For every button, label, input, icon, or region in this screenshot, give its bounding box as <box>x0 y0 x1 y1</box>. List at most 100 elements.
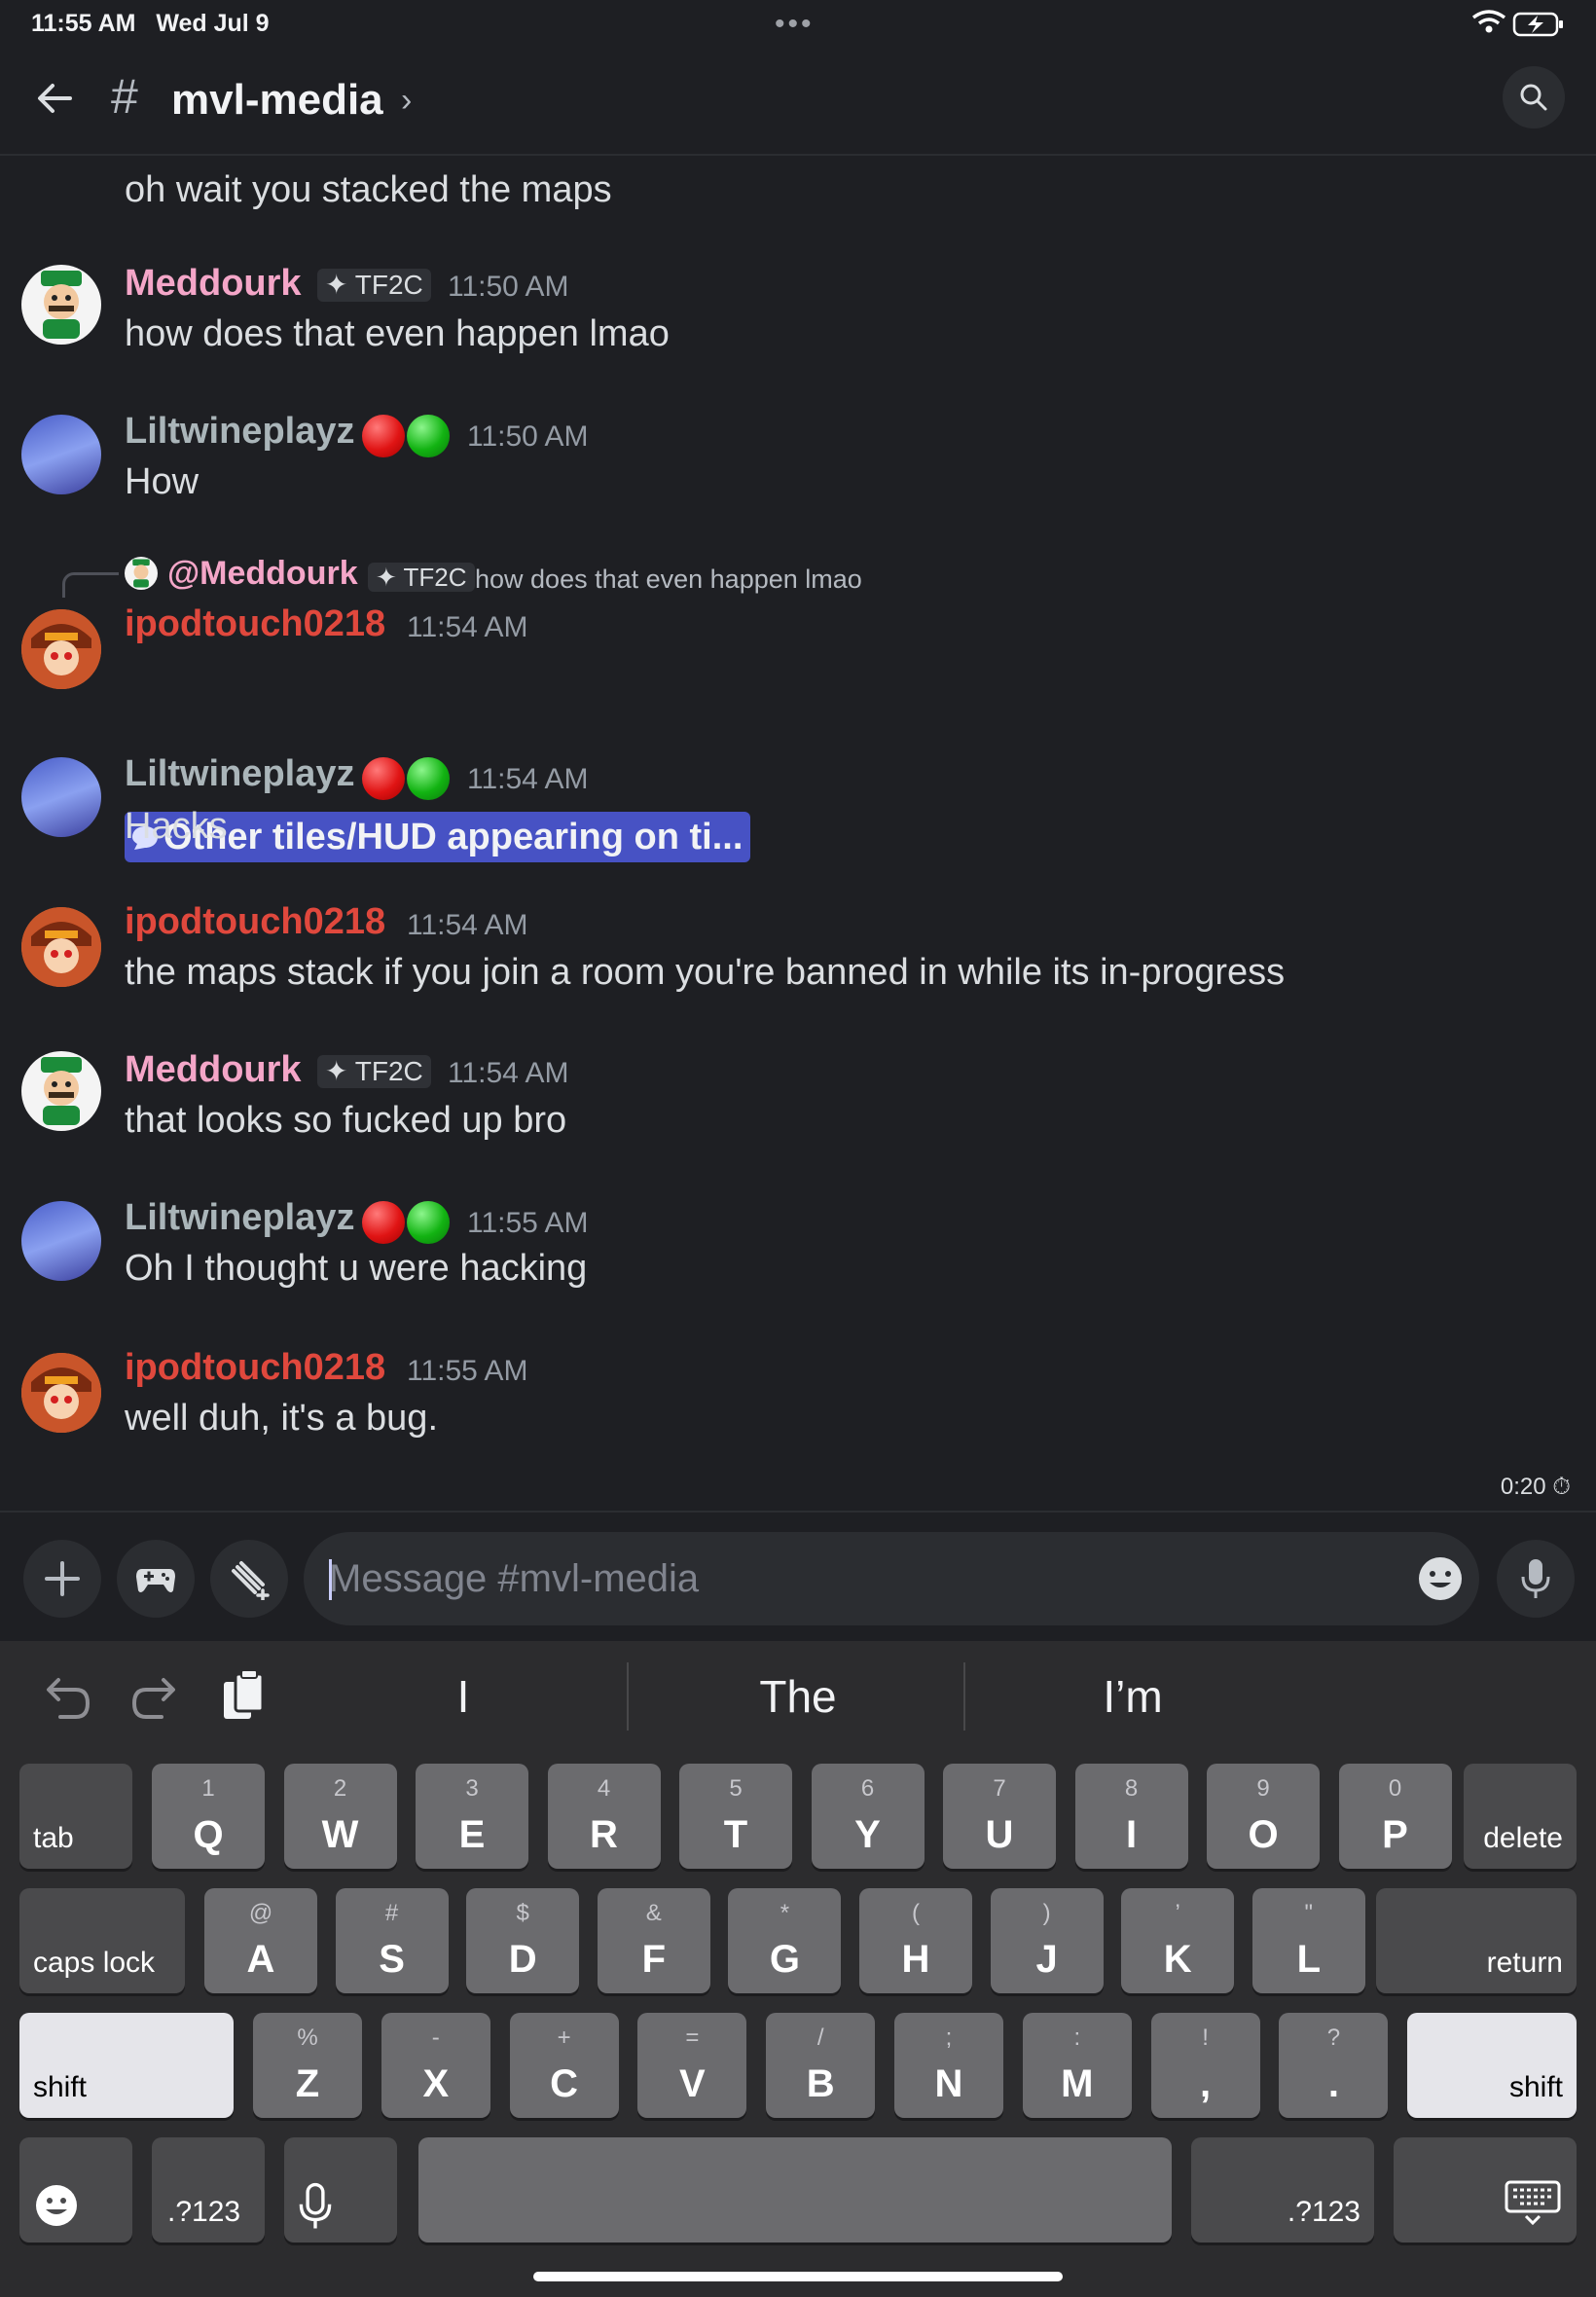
emoji-icon[interactable] <box>1417 1555 1464 1602</box>
key-row3-4[interactable]: / B <box>766 2013 876 2118</box>
voice-message-button[interactable] <box>1497 1540 1575 1618</box>
key-row3-2[interactable]: + C <box>509 2013 619 2118</box>
key-label: G <box>769 1938 800 1981</box>
username[interactable]: Meddourk <box>125 263 302 305</box>
key-secondary-label: ( <box>912 1900 920 1926</box>
paste-icon[interactable] <box>214 1668 272 1727</box>
message-list[interactable]: oh wait you stacked the maps Meddourk ✦ … <box>0 156 1596 1511</box>
space-key[interactable] <box>418 2137 1172 2242</box>
message-text: How <box>125 461 200 502</box>
key-row2-4[interactable]: * G <box>728 1888 842 1993</box>
emoji-key[interactable] <box>19 2137 132 2242</box>
key-secondary-label: ? <box>1326 2024 1341 2051</box>
key-row2-1[interactable]: # S <box>335 1888 449 1993</box>
key-row1-3[interactable]: 4R <box>547 1764 661 1869</box>
caps-lock-key[interactable]: caps lock <box>19 1888 185 1993</box>
undo-icon[interactable] <box>37 1668 95 1727</box>
key-secondary-label: ; <box>945 2024 953 2051</box>
key-row2-2[interactable]: $ D <box>466 1888 580 1993</box>
reply-username[interactable]: @Meddourk <box>167 555 358 593</box>
suggestion-2[interactable]: The <box>652 1670 944 1723</box>
key-label: X <box>422 2062 450 2105</box>
key-label: F <box>641 1938 667 1981</box>
microphone-icon <box>299 2182 332 2229</box>
activities-button[interactable] <box>117 1540 195 1618</box>
key-row1-4[interactable]: 5T <box>679 1764 792 1869</box>
avatar[interactable] <box>21 415 101 494</box>
message-text: the maps stack if you join a room you're… <box>125 952 1286 993</box>
numbers-key-right[interactable]: .?123 <box>1191 2137 1374 2242</box>
right-shift-key[interactable]: shift <box>1407 2013 1577 2118</box>
key-row1-6[interactable]: 7U <box>943 1764 1056 1869</box>
avatar[interactable] <box>21 1353 101 1433</box>
key-row3-1[interactable]: -X <box>381 2013 490 2118</box>
key-label: Z <box>295 2062 320 2105</box>
key-row2-7[interactable]: ’ K <box>1121 1888 1235 1993</box>
return-key[interactable]: return <box>1376 1888 1577 1993</box>
username[interactable]: Liltwineplayz <box>125 1197 354 1239</box>
key-row3-6[interactable]: :M <box>1022 2013 1132 2118</box>
thread-title: Other tiles/HUD appearing on ti... <box>163 817 744 857</box>
key-secondary-label: * <box>780 1900 790 1926</box>
redo-icon[interactable] <box>127 1668 185 1727</box>
suggestion-1[interactable]: I <box>317 1670 609 1723</box>
timestamp: 11:54 AM <box>448 1057 569 1089</box>
key-row2-0[interactable]: @ A <box>204 1888 317 1993</box>
message-text: how does that even happen lmao <box>125 313 670 354</box>
key-secondary-label: 1 <box>201 1775 215 1802</box>
message-composer <box>0 1511 1596 1641</box>
tab-key[interactable]: tab <box>19 1764 132 1869</box>
key-row3-8[interactable]: ?. <box>1279 2013 1389 2118</box>
left-shift-key[interactable]: shift <box>19 2013 234 2118</box>
dictation-key[interactable] <box>284 2137 397 2242</box>
back-arrow-icon[interactable] <box>33 76 78 121</box>
add-attachment-button[interactable] <box>23 1540 101 1618</box>
avatar[interactable] <box>21 1201 101 1281</box>
username[interactable]: ipodtouch0218 <box>125 603 385 645</box>
key-secondary-label: / <box>816 2024 824 2051</box>
chevron-right-icon[interactable]: › <box>401 82 412 120</box>
key-row1-1[interactable]: 2W <box>283 1764 397 1869</box>
key-row1-9[interactable]: 0P <box>1338 1764 1452 1869</box>
key-row2-8[interactable]: " L <box>1251 1888 1365 1993</box>
suggestion-3[interactable]: I’m <box>987 1670 1279 1723</box>
username[interactable]: ipodtouch0218 <box>125 1347 385 1389</box>
key-row3-0[interactable]: % Z <box>253 2013 362 2118</box>
hide-keyboard-key[interactable] <box>1394 2137 1577 2242</box>
multitasking-dots-icon[interactable]: ••• <box>775 8 815 41</box>
avatar[interactable] <box>21 265 101 345</box>
avatar[interactable] <box>21 757 101 837</box>
search-icon <box>1520 84 1547 111</box>
key-row2-5[interactable]: (H <box>859 1888 972 1993</box>
search-button[interactable] <box>1503 66 1565 128</box>
message-input-container[interactable] <box>304 1532 1479 1625</box>
apps-button[interactable] <box>210 1540 288 1618</box>
reply-preview[interactable]: how does that even happen lmao <box>475 565 862 595</box>
key-row2-6[interactable]: ) J <box>990 1888 1104 1993</box>
avatar[interactable] <box>21 1051 101 1131</box>
key-row2-3[interactable]: & F <box>597 1888 710 1993</box>
key-row3-3[interactable]: = V <box>637 2013 747 2118</box>
key-row1-8[interactable]: 9O <box>1207 1764 1320 1869</box>
numbers-key-left[interactable]: .?123 <box>152 2137 265 2242</box>
key-label: V <box>679 2062 706 2105</box>
message-input[interactable] <box>329 1532 1380 1625</box>
delete-key[interactable]: delete <box>1464 1764 1577 1869</box>
username[interactable]: Liltwineplayz <box>125 753 354 795</box>
key-row3-7[interactable]: !, <box>1150 2013 1260 2118</box>
server-tag: ✦ TF2C <box>317 269 431 302</box>
avatar[interactable] <box>21 609 101 689</box>
timestamp: 11:50 AM <box>467 420 589 453</box>
key-row1-2[interactable]: 3E <box>416 1764 528 1869</box>
username[interactable]: Meddourk <box>125 1049 302 1091</box>
key-row1-7[interactable]: 8I <box>1074 1764 1188 1869</box>
key-secondary-label: ) <box>1042 1900 1051 1926</box>
username[interactable]: Liltwineplayz <box>125 411 354 453</box>
channel-name[interactable]: mvl-media <box>171 76 383 125</box>
key-row1-5[interactable]: 6Y <box>811 1764 925 1869</box>
key-row1-0[interactable]: 1Q <box>152 1764 265 1869</box>
username[interactable]: ipodtouch0218 <box>125 901 385 943</box>
avatar[interactable] <box>21 907 101 987</box>
key-row3-5[interactable]: ; N <box>894 2013 1003 2118</box>
home-indicator[interactable] <box>533 2272 1063 2281</box>
